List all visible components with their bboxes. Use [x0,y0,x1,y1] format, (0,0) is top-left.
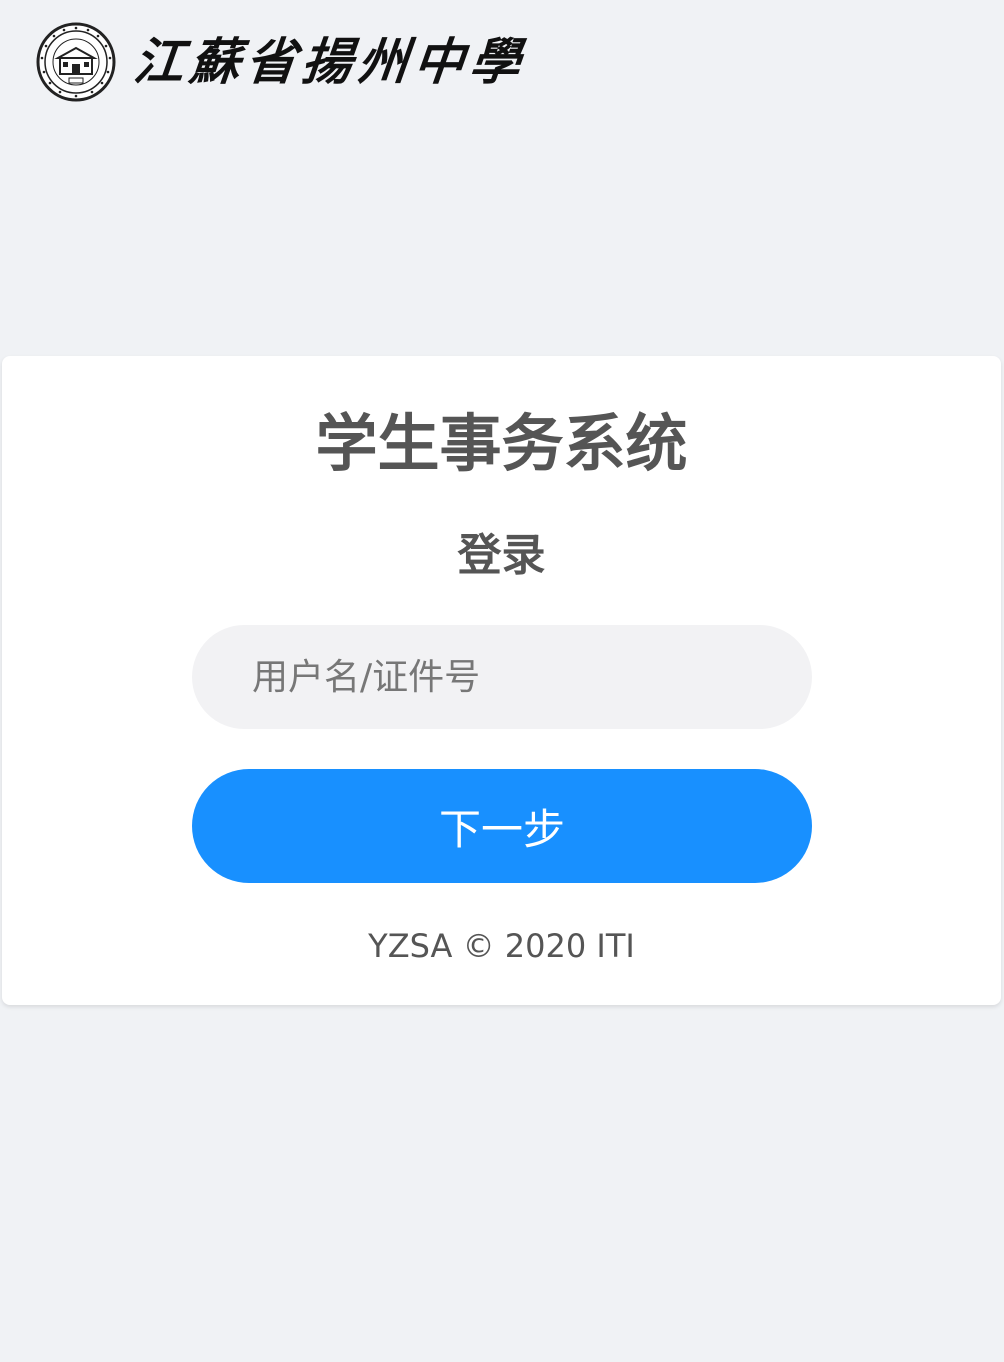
username-input[interactable] [192,625,812,729]
next-button[interactable]: 下一步 [192,769,812,883]
login-card: 学生事务系统 登录 下一步 YZSA © 2020 ITI [2,356,1001,1005]
site-header: 江蘇省揚州中學 [36,20,530,104]
system-title: 学生事务系统 [315,407,688,480]
school-name-wordmark: 江蘇省揚州中學 [130,32,530,91]
copyright-footer: YZSA © 2020 ITI [368,927,635,965]
school-seal-icon [36,22,116,102]
login-heading: 登录 [457,530,546,581]
username-field-wrapper [192,625,812,729]
